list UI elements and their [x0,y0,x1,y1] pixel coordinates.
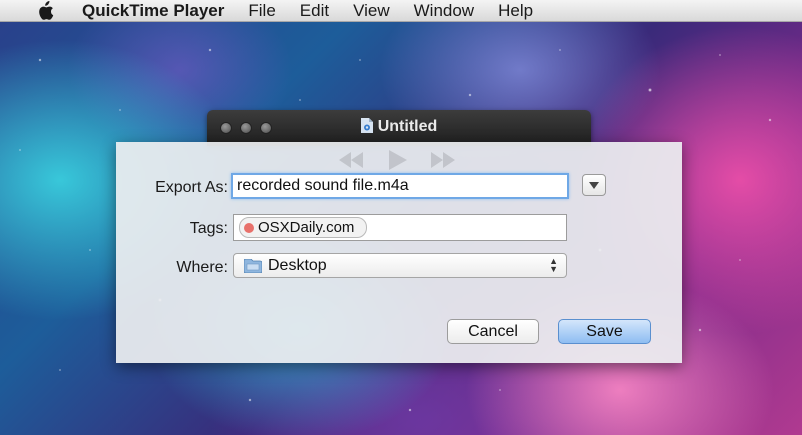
where-value: Desktop [268,256,327,274]
app-menu-quicktime[interactable]: QuickTime Player [82,1,224,21]
ghost-playback-controls [339,150,455,170]
menu-bar: QuickTime Player File Edit View Window H… [0,0,802,22]
folder-icon [244,258,262,273]
document-icon [360,118,373,133]
tag-chip[interactable]: OSXDaily.com [239,217,368,238]
export-filename-field[interactable]: recorded sound file.m4a [231,173,569,199]
menu-view[interactable]: View [353,1,390,21]
apple-logo-icon[interactable] [34,0,56,22]
popup-arrows-icon: ▲ ▼ [549,256,558,274]
tags-field[interactable]: OSXDaily.com [233,214,567,241]
tag-name: OSXDaily.com [258,219,355,236]
chevron-down-icon [589,181,599,189]
export-as-label: Export As: [155,179,228,196]
where-popup[interactable]: Desktop ▲ ▼ [233,253,567,278]
window-title: Untitled [207,118,591,136]
tags-label: Tags: [189,220,228,237]
expand-sheet-button[interactable] [582,174,606,196]
cancel-button[interactable]: Cancel [447,319,539,344]
quicktime-window: Untitled [207,110,591,146]
menu-window[interactable]: Window [414,1,474,21]
export-sheet: Export As: recorded sound file.m4a Tags:… [116,142,682,363]
menu-help[interactable]: Help [498,1,533,21]
menu-file[interactable]: File [248,1,275,21]
menu-edit[interactable]: Edit [300,1,329,21]
where-label: Where: [176,259,228,276]
window-title-text: Untitled [377,118,438,135]
save-button[interactable]: Save [558,319,651,344]
tag-color-dot [244,222,254,233]
